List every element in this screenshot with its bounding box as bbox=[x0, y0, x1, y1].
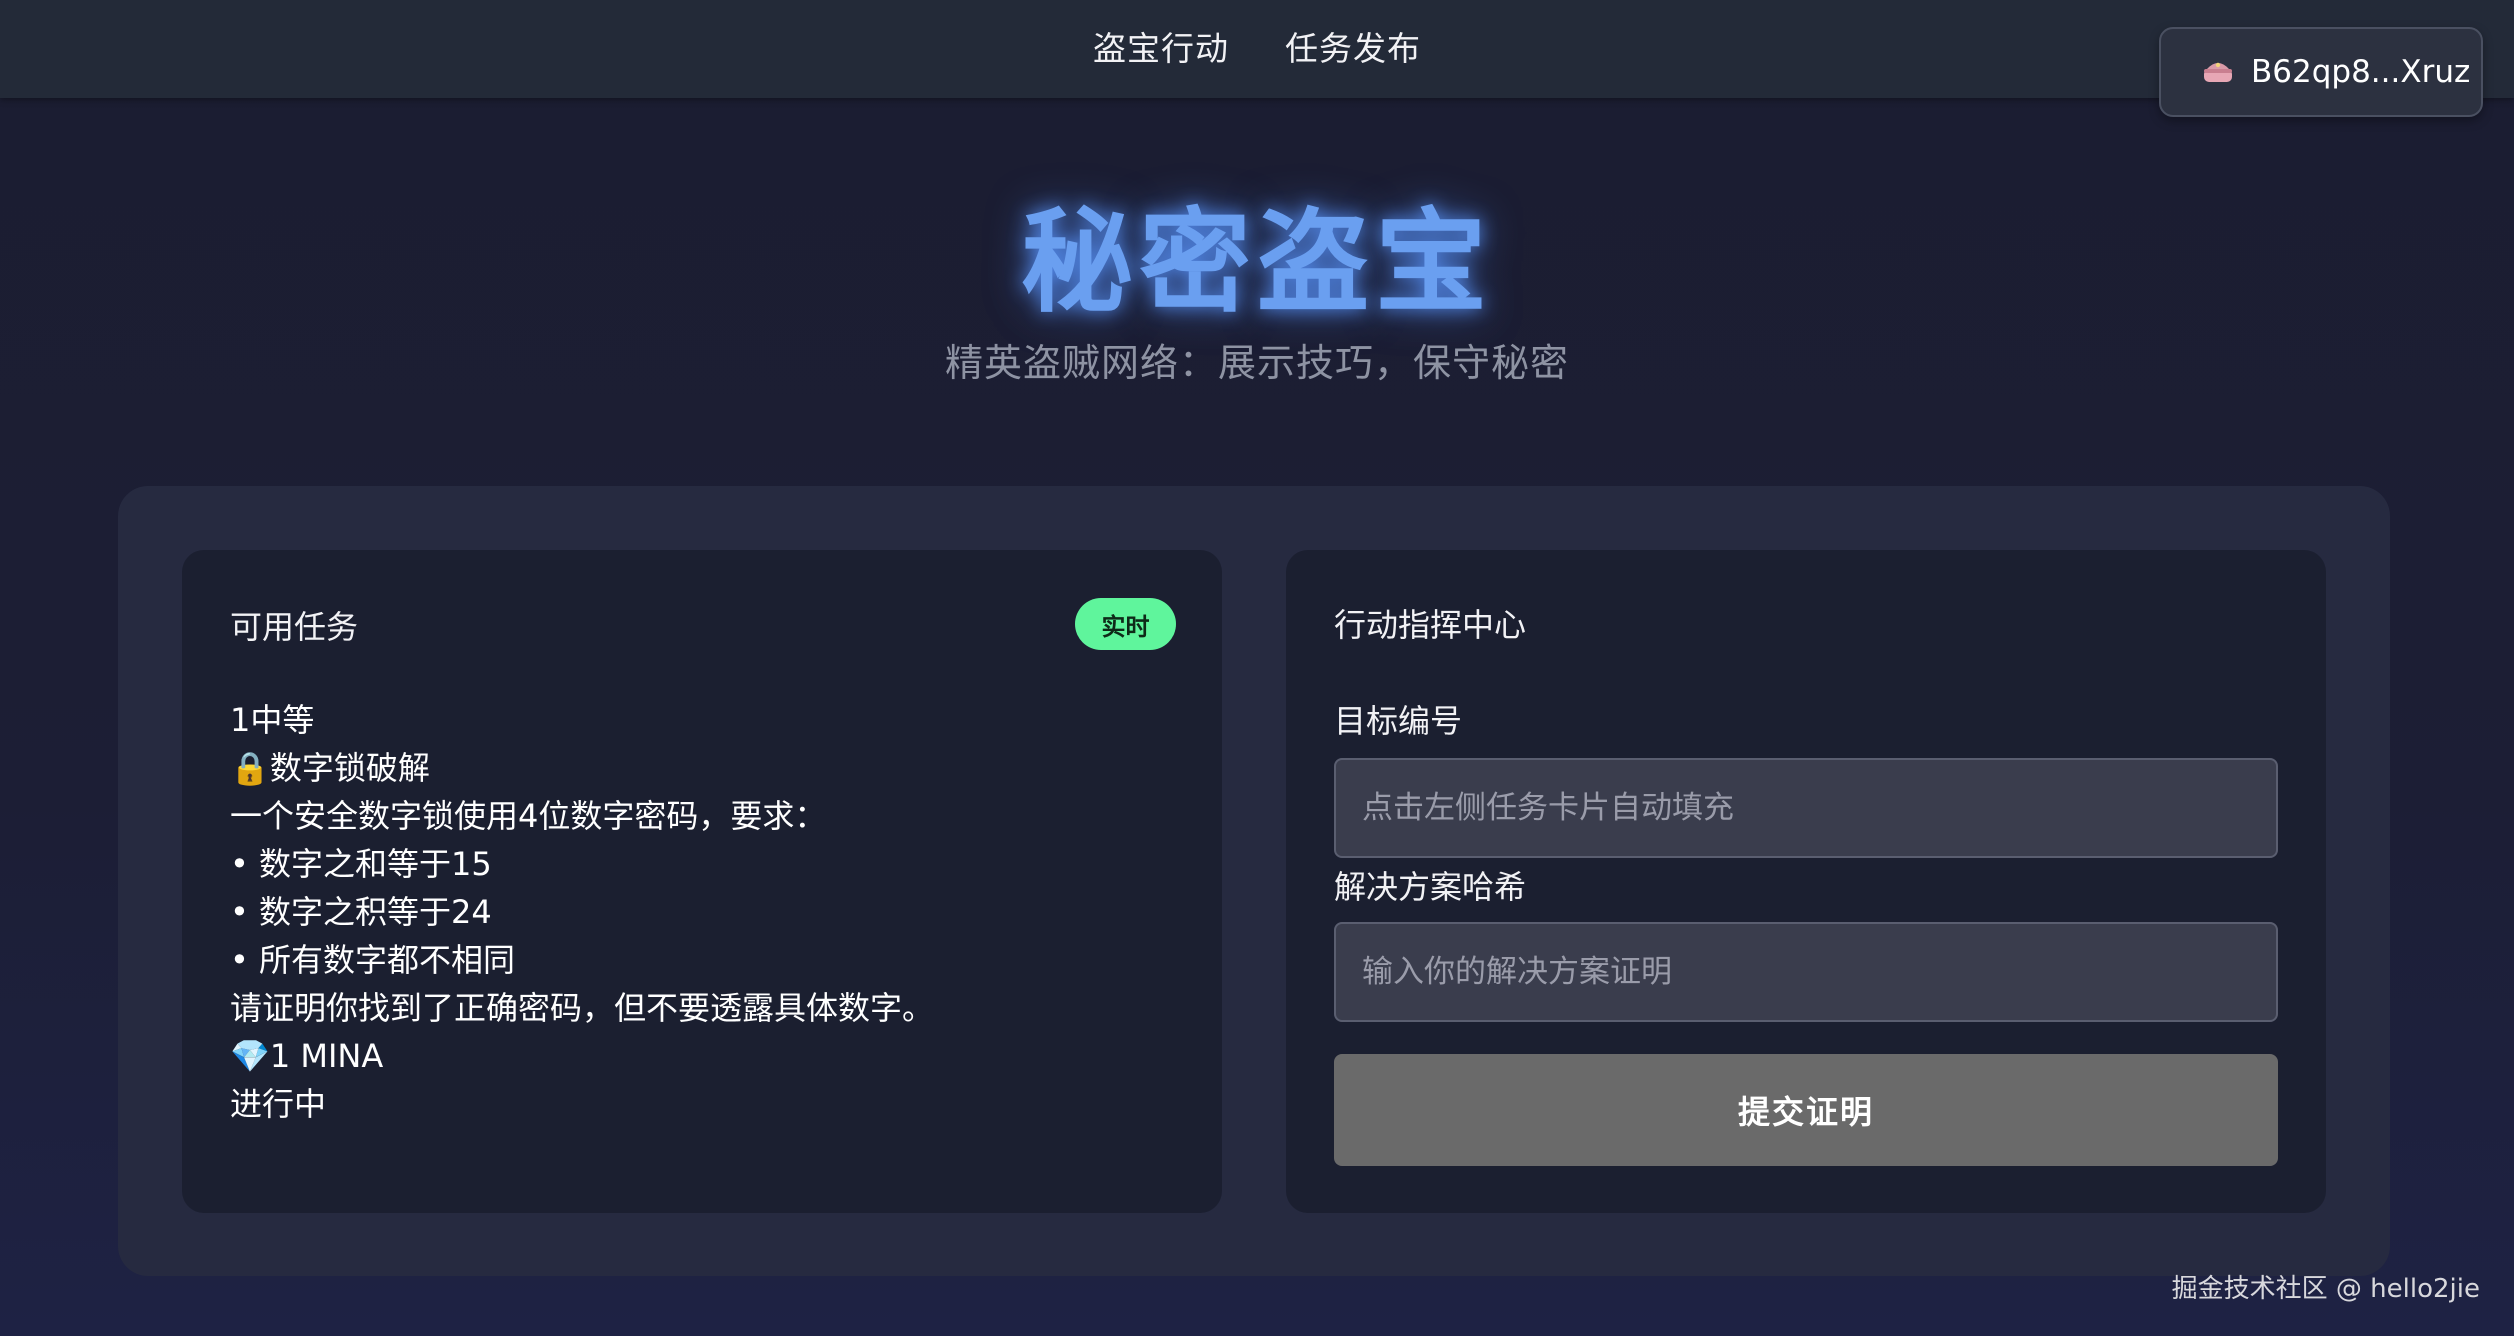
task-card[interactable]: 1中等 🔒数字锁破解 一个安全数字锁使用4位数字密码，要求： • 数字之和等于1… bbox=[230, 696, 1170, 1128]
nav-link-heist-operations[interactable]: 盗宝行动 bbox=[1093, 22, 1229, 70]
task-description: 一个安全数字锁使用4位数字密码，要求： bbox=[230, 797, 827, 835]
task-note: 请证明你找到了正确密码，但不要透露具体数字。 bbox=[230, 989, 935, 1027]
task-name: 🔒数字锁破解 bbox=[230, 749, 430, 787]
command-center-card: 行动指挥中心 目标编号 解决方案哈希 提交证明 bbox=[1286, 550, 2326, 1213]
purse-icon bbox=[2201, 59, 2235, 85]
task-reward: 💎1 MINA bbox=[230, 1037, 384, 1075]
wallet-button[interactable]: B62qp8...Xruz bbox=[2159, 27, 2483, 117]
submit-proof-button[interactable]: 提交证明 bbox=[1334, 1054, 2278, 1166]
solution-hash-input[interactable] bbox=[1334, 922, 2278, 1022]
task-requirement: • 数字之和等于15 bbox=[230, 845, 492, 883]
task-status: 进行中 bbox=[230, 1085, 327, 1123]
live-status-badge: 实时 bbox=[1075, 598, 1176, 650]
wallet-address: B62qp8...Xruz bbox=[2251, 54, 2471, 90]
page-title: 秘密盗宝 bbox=[1021, 198, 1493, 328]
target-id-label: 目标编号 bbox=[1334, 702, 1463, 740]
watermark: 掘金技术社区 @ hello2jie bbox=[2171, 1274, 2480, 1304]
tasks-card-title: 可用任务 bbox=[230, 608, 359, 646]
top-nav-bar: 盗宝行动 任务发布 bbox=[0, 0, 2514, 98]
target-id-input[interactable] bbox=[1334, 758, 2278, 858]
nav-link-task-publish[interactable]: 任务发布 bbox=[1285, 22, 1421, 70]
task-id-difficulty: 1中等 bbox=[230, 701, 315, 739]
solution-hash-label: 解决方案哈希 bbox=[1334, 868, 1527, 906]
page-subtitle: 精英盗贼网络：展示技巧，保守秘密 bbox=[944, 341, 1569, 385]
task-requirement: • 所有数字都不相同 bbox=[230, 941, 516, 979]
command-card-title: 行动指挥中心 bbox=[1334, 606, 1527, 644]
task-requirement: • 数字之积等于24 bbox=[230, 893, 492, 931]
available-tasks-card: 可用任务 实时 1中等 🔒数字锁破解 一个安全数字锁使用4位数字密码，要求： •… bbox=[182, 550, 1222, 1213]
